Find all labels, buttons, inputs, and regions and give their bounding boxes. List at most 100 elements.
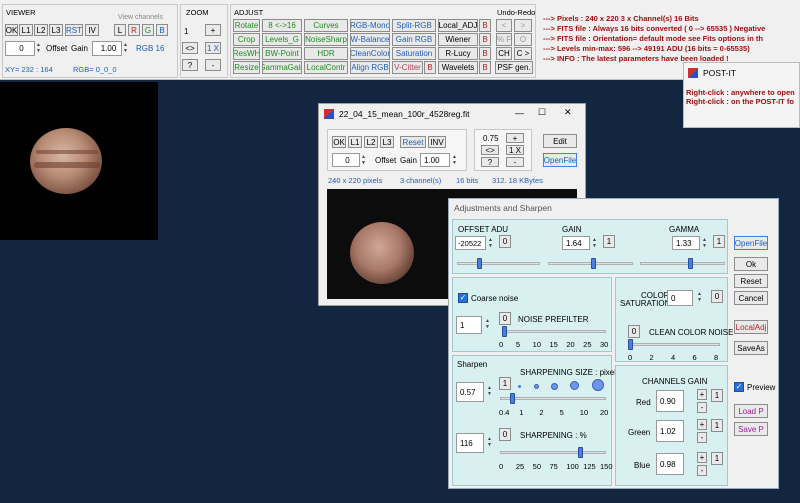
wavelets-button[interactable]: Wavelets — [438, 61, 478, 74]
red-gain-input[interactable]: 0.90 — [656, 390, 684, 412]
zoom-plus-button[interactable]: + — [205, 24, 221, 36]
offset-adu-spinner[interactable]: ▲ ▼ — [488, 237, 495, 249]
channel-r-button[interactable]: R — [128, 24, 140, 36]
iw-l1-button[interactable]: L1 — [348, 136, 362, 148]
iw-zoom-plus-button[interactable]: + — [506, 133, 524, 143]
offset-reset-button[interactable]: 0 — [499, 235, 511, 248]
r-lucy-button[interactable]: R-Lucy — [438, 47, 478, 60]
load-p-button[interactable]: Load P — [734, 404, 768, 418]
gain-reset-button[interactable]: 1 — [603, 235, 615, 248]
channel-b-button[interactable]: B — [156, 24, 168, 36]
iw-gain-spinner[interactable]: ▲ ▼ — [452, 154, 459, 166]
sharpening-size-reset-button[interactable]: 1 — [499, 377, 511, 390]
levels-g-button[interactable]: Levels_G — [262, 33, 302, 46]
gain-rgb-button[interactable]: Gain RGB — [392, 33, 436, 46]
iw-openfile-button[interactable]: OpenFile — [543, 153, 577, 167]
color-saturation-reset-button[interactable]: 0 — [711, 290, 723, 303]
zoom-minus-button[interactable]: - — [205, 59, 221, 71]
channel-g-button[interactable]: G — [142, 24, 154, 36]
gain-input[interactable]: 1.64 — [562, 236, 590, 250]
split-rgb-button[interactable]: Split-RGB — [392, 19, 436, 32]
iw-zoom-help-button[interactable]: ? — [481, 157, 499, 167]
ch-button[interactable]: CH — [496, 47, 512, 60]
iw-l2-button[interactable]: L2 — [364, 136, 378, 148]
zoom-1x-button[interactable]: 1 X — [205, 42, 221, 54]
close-button[interactable]: ✕ — [564, 107, 572, 118]
noise-slider-track[interactable] — [502, 330, 606, 333]
noise-prefilter-input[interactable]: 1 — [456, 316, 482, 334]
sharpening-pct-spinner[interactable]: ▲ ▼ — [487, 436, 494, 448]
gain-slider-thumb[interactable] — [591, 258, 596, 269]
gamma-spinner[interactable]: ▲ ▼ — [702, 237, 709, 249]
bw-point-button[interactable]: BW-Point — [262, 47, 302, 60]
iw-offset-input[interactable]: 0 — [332, 153, 360, 167]
zoom-help-button[interactable]: ? — [182, 59, 198, 71]
undo-o-button[interactable]: O — [514, 33, 532, 46]
minimize-button[interactable]: — — [515, 108, 524, 118]
clean-color-slider-track[interactable] — [628, 343, 720, 346]
adj-ok-button[interactable]: Ok — [734, 257, 768, 271]
sharpening-size-input[interactable]: 0.57 — [456, 382, 484, 402]
saturation-button[interactable]: Saturation — [392, 47, 436, 60]
resize-button[interactable]: Resize — [233, 61, 260, 74]
green-gain-minus-button[interactable]: - — [697, 432, 707, 443]
wiener-button[interactable]: Wiener — [438, 33, 478, 46]
clean-color-slider-thumb[interactable] — [628, 339, 633, 350]
color-saturation-spinner[interactable]: ▲ ▼ — [697, 291, 704, 303]
undo-button[interactable]: < — [496, 19, 512, 32]
iw-edit-button[interactable]: Edit — [543, 134, 577, 148]
viewer-gain-input[interactable]: 1.00 — [92, 41, 122, 56]
viewer-offset-spinner[interactable]: ▲ ▼ — [36, 42, 43, 54]
crop-button[interactable]: Crop — [233, 33, 260, 46]
zoom-swap-button[interactable]: <> — [182, 42, 198, 54]
viewer-iv-button[interactable]: IV — [85, 24, 99, 36]
maximize-button[interactable]: ☐ — [538, 107, 546, 118]
noisesharp-button[interactable]: NoiseSharp — [304, 33, 348, 46]
coarse-noise-checkbox[interactable]: ✓ — [458, 293, 468, 303]
v-citter-button[interactable]: V-Citter — [392, 61, 423, 74]
blue-gain-minus-button[interactable]: - — [697, 465, 707, 476]
iw-offset-spinner[interactable]: ▲ ▼ — [361, 154, 368, 166]
offset-adu-input[interactable]: -20522 — [455, 236, 486, 250]
red-gain-reset-button[interactable]: 1 — [711, 389, 723, 402]
viewer-offset-input[interactable]: 0 — [5, 41, 35, 56]
rgb-mono-button[interactable]: RGB-Mono — [350, 19, 390, 32]
hdr-button[interactable]: HDR — [304, 47, 348, 60]
sharpening-size-slider-track[interactable] — [500, 397, 606, 400]
iw-reset-button[interactable]: Reset — [400, 136, 426, 148]
clean-color-reset-button[interactable]: 0 — [628, 325, 640, 338]
iw-l3-button[interactable]: L3 — [380, 136, 394, 148]
r-lucy-b-button[interactable]: B — [479, 47, 491, 60]
localcontr-button[interactable]: LocalContr — [304, 61, 348, 74]
local-adj-b-button[interactable]: B — [479, 19, 491, 32]
red-gain-minus-button[interactable]: - — [697, 402, 707, 413]
gamma-input[interactable]: 1.33 — [672, 236, 700, 250]
adj-cancel-button[interactable]: Cancel — [734, 291, 768, 305]
iw-gain-input[interactable]: 1.00 — [420, 153, 450, 167]
local-adj-button[interactable]: Local_ADJ — [438, 19, 478, 32]
percent-f-button[interactable]: % F — [496, 33, 512, 46]
blue-gain-reset-button[interactable]: 1 — [711, 452, 723, 465]
noise-slider-thumb[interactable] — [502, 326, 507, 337]
wavelets-b-button[interactable]: B — [479, 61, 491, 74]
save-p-button[interactable]: Save P — [734, 422, 768, 436]
noise-prefilter-spinner[interactable]: ▲ ▼ — [485, 318, 492, 330]
offset-slider-thumb[interactable] — [477, 258, 482, 269]
gamma-reset-button[interactable]: 1 — [713, 235, 725, 248]
viewer-rst-button[interactable]: RST — [65, 24, 83, 36]
adj-openfile-button[interactable]: OpenFile — [734, 236, 768, 250]
curves-button[interactable]: Curves — [304, 19, 348, 32]
sharpening-pct-slider-thumb[interactable] — [578, 447, 583, 458]
iw-zoom-1x-button[interactable]: 1 X — [506, 145, 524, 155]
gamma-slider-track[interactable] — [640, 262, 725, 265]
align-rgb-button[interactable]: Align RGB — [350, 61, 390, 74]
green-gain-reset-button[interactable]: 1 — [711, 419, 723, 432]
red-gain-plus-button[interactable]: + — [697, 389, 707, 400]
iw-inv-button[interactable]: INV — [428, 136, 446, 148]
rotate-button[interactable]: Rotate — [233, 19, 260, 32]
channel-l-button[interactable]: L — [114, 24, 126, 36]
viewer-l3-button[interactable]: L3 — [49, 24, 63, 36]
bitdepth-button[interactable]: 8 <->16 — [262, 19, 302, 32]
sharpening-pct-slider-track[interactable] — [500, 451, 606, 454]
adj-saveas-button[interactable]: SaveAs — [734, 341, 768, 355]
